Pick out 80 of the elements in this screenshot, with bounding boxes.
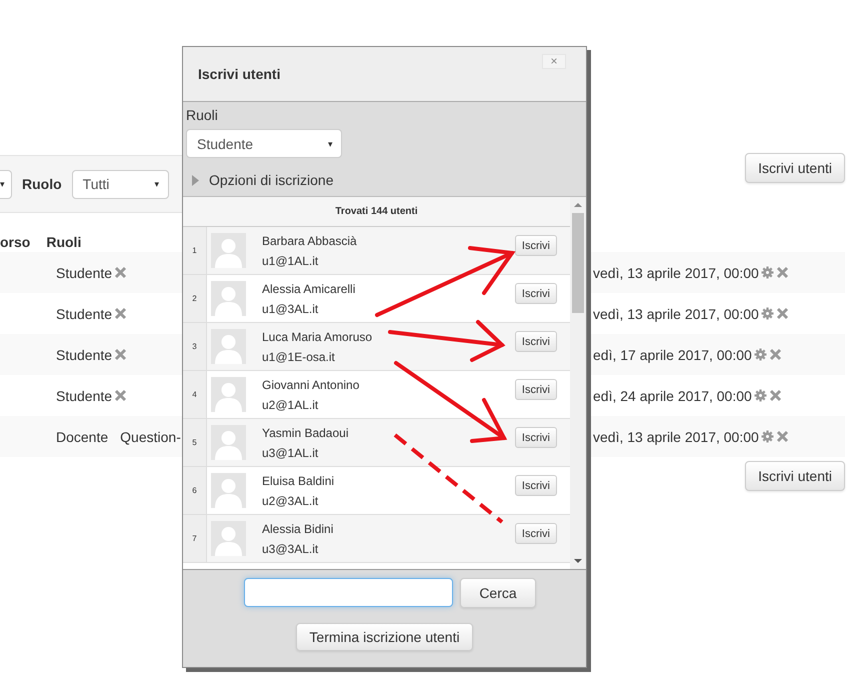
role-text: Docente [56, 428, 108, 444]
enrol-users-button[interactable]: Iscrivi utenti [745, 153, 845, 183]
row-number: 7 [183, 515, 207, 562]
user-name: Barbara Abbascià [262, 234, 358, 248]
row-number: 1 [183, 227, 207, 274]
settings-icon[interactable] [760, 430, 774, 443]
enrol-button[interactable]: Iscrivi [514, 523, 557, 544]
user-email: u1@3AL.it [262, 302, 320, 316]
enrol-button[interactable]: Iscrivi [514, 283, 557, 304]
scroll-up-icon[interactable] [574, 203, 582, 207]
remove-icon[interactable] [776, 307, 789, 320]
date-text: vedì, 13 aprile 2017, 00:00 [593, 306, 759, 322]
date-text: vedì, 13 aprile 2017, 00:00 [593, 264, 759, 280]
role-select[interactable]: Tutti ▾ [72, 170, 169, 198]
avatar-icon [211, 425, 246, 460]
user-name: Yasmin Badaoui [262, 426, 350, 440]
role-text: Studente [56, 346, 112, 362]
remove-icon[interactable] [768, 389, 782, 402]
enrol-button[interactable]: Iscrivi [514, 379, 557, 400]
search-button[interactable]: Cerca [460, 578, 536, 608]
user-email: u2@3AL.it [262, 494, 320, 508]
user-email: u2@1AL.it [262, 398, 320, 412]
options-toggle[interactable]: Opzioni di iscrizione [186, 164, 583, 196]
user-email: u1@1E-osa.it [262, 350, 336, 364]
user-name: Eluisa Baldini [262, 474, 336, 488]
role-text: Studente [56, 388, 112, 404]
expand-icon [192, 174, 199, 186]
column-header: Ruoli [46, 234, 82, 250]
remove-icon[interactable] [114, 348, 128, 361]
roles-label: Ruoli [186, 107, 219, 123]
avatar-icon [211, 473, 246, 508]
settings-icon[interactable] [754, 389, 767, 402]
settings-icon[interactable] [760, 307, 774, 320]
row-number: 5 [183, 419, 207, 466]
user-email: u3@3AL.it [262, 542, 320, 556]
remove-icon[interactable] [114, 389, 128, 402]
user-email: u3@1AL.it [262, 446, 320, 460]
user-name: Giovanni Antonino [262, 378, 360, 392]
user-name: Luca Maria Amoruso [262, 330, 374, 344]
enrol-button[interactable]: Iscrivi [514, 475, 557, 496]
remove-icon[interactable] [114, 307, 128, 320]
scroll-down-icon[interactable] [574, 559, 582, 563]
results-count: Trovati 144 utenti [183, 197, 570, 227]
avatar-icon [211, 233, 246, 268]
row-number: 3 [183, 323, 207, 370]
role-text: Studente [56, 306, 112, 322]
enrol-button[interactable]: Iscrivi [514, 235, 557, 256]
remove-icon[interactable] [114, 266, 128, 279]
avatar-icon [211, 329, 246, 364]
user-name: Alessia Bidini [262, 522, 334, 536]
finish-button[interactable]: Termina iscrizione utenti [296, 623, 473, 651]
role-label: Ruolo [22, 176, 62, 192]
column-header: orso [0, 234, 30, 250]
role-text: Question- [120, 428, 181, 444]
scrollbar-thumb[interactable] [572, 213, 584, 313]
enrol-button[interactable]: Iscrivi [514, 331, 557, 352]
date-text: edì, 24 aprile 2017, 00:00 [593, 388, 752, 404]
dialog-title: Iscrivi utenti [198, 66, 280, 82]
role-select[interactable]: Studente ▾ [186, 129, 342, 158]
remove-icon[interactable] [776, 430, 789, 443]
settings-icon[interactable] [760, 266, 774, 279]
date-text: edì, 17 aprile 2017, 00:00 [593, 346, 752, 362]
remove-icon[interactable] [768, 348, 782, 361]
row-number: 2 [183, 275, 207, 322]
scrollbar[interactable] [570, 197, 586, 569]
avatar-icon [211, 521, 246, 556]
remove-icon[interactable] [776, 266, 789, 279]
enrol-button[interactable]: Iscrivi [514, 427, 557, 448]
role-text: Studente [56, 264, 112, 280]
settings-icon[interactable] [754, 348, 767, 361]
enrol-users-button[interactable]: Iscrivi utenti [745, 461, 845, 491]
user-email: u1@1AL.it [262, 254, 320, 268]
avatar-icon [211, 377, 246, 412]
date-text: vedì, 13 aprile 2017, 00:00 [593, 428, 759, 444]
row-number: 4 [183, 371, 207, 418]
search-field[interactable] [244, 578, 453, 607]
user-name: Alessia Amicarelli [262, 282, 356, 296]
filter-select[interactable]: ▾ [0, 170, 12, 198]
row-number: 6 [183, 467, 207, 514]
avatar-icon [211, 281, 246, 316]
